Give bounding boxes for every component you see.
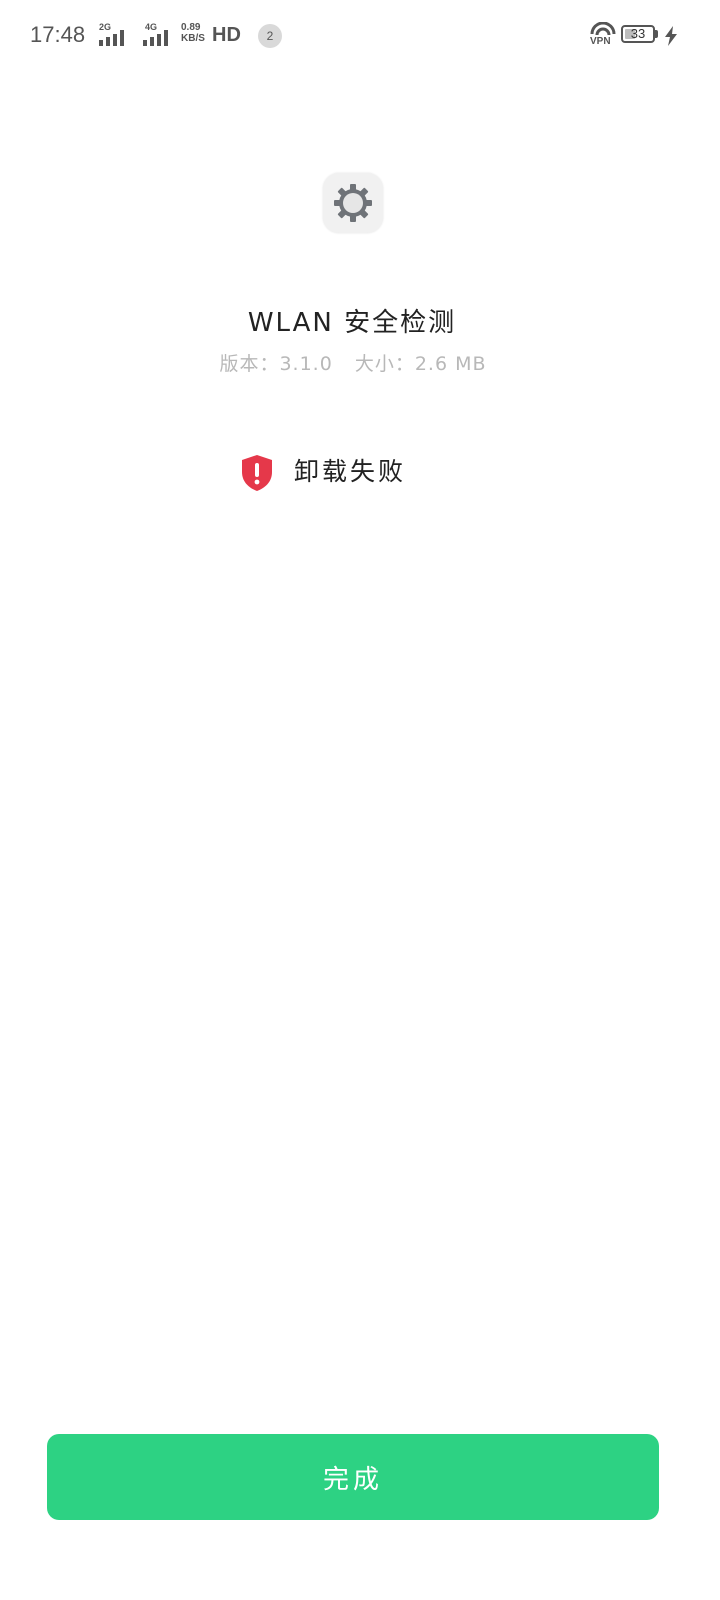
- app-icon: [323, 173, 383, 233]
- app-name: WLAN 安全检测: [247, 308, 457, 338]
- battery-tip: [655, 30, 658, 38]
- app-meta: 版本：3.1.0 大小：2.6 MB: [0, 349, 706, 376]
- done-button[interactable]: 完成: [47, 1434, 659, 1520]
- charging-icon: [665, 26, 677, 46]
- status-time: 17:48: [30, 22, 86, 47]
- shield-alert-icon: [242, 455, 272, 491]
- network-speed: 0.89 KB/S: [181, 22, 205, 44]
- battery-icon: 33: [621, 25, 655, 43]
- battery-level: 33: [630, 26, 646, 41]
- vpn-label: VPN: [590, 36, 611, 47]
- status-bar: 17:48 2G 4G 0.89 KB/S HD 2 VPN 33: [0, 0, 720, 72]
- notification-count-badge: 2: [258, 24, 282, 48]
- status-message: 卸载失败: [294, 457, 407, 486]
- gear-icon: [334, 184, 372, 222]
- app-size: 大小：2.6 MB: [354, 353, 487, 375]
- app-version: 版本：3.1.0: [219, 353, 333, 375]
- hd-indicator: HD: [212, 24, 241, 46]
